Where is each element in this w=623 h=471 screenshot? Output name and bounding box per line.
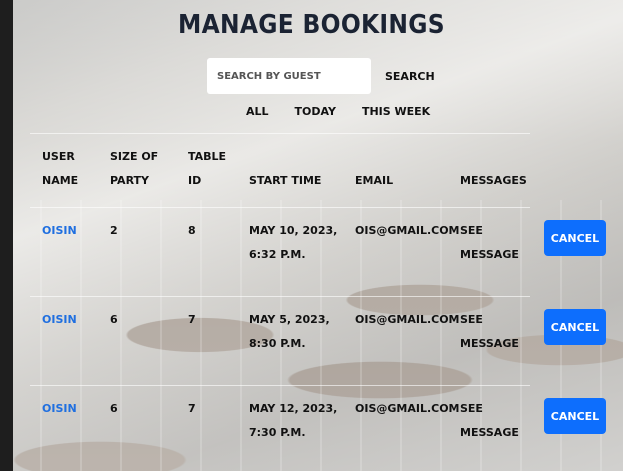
table-id: 8 bbox=[188, 224, 196, 237]
page-title: MANAGE BOOKINGS bbox=[178, 10, 445, 40]
start-time: MAY 5, 2023, 8:30 P.M. bbox=[249, 313, 330, 350]
see-message-link[interactable]: SEE MESSAGE bbox=[460, 397, 519, 445]
divider bbox=[30, 207, 530, 208]
party-size: 6 bbox=[110, 313, 118, 326]
filter-all[interactable]: ALL bbox=[246, 105, 269, 118]
party-size: 6 bbox=[110, 402, 118, 415]
table-id: 7 bbox=[188, 313, 196, 326]
start-time: MAY 10, 2023, 6:32 P.M. bbox=[249, 224, 338, 261]
search-bar: SEARCH bbox=[207, 58, 435, 94]
see-message-link[interactable]: SEE MESSAGE bbox=[460, 308, 519, 356]
cancel-button[interactable]: CANCEL bbox=[544, 220, 606, 256]
date-filters: ALL TODAY THIS WEEK bbox=[246, 105, 430, 118]
email: OIS@GMAIL.COM bbox=[355, 402, 460, 415]
header-party-size: SIZE OF PARTY bbox=[110, 150, 159, 187]
party-size: 2 bbox=[110, 224, 118, 237]
search-button[interactable]: SEARCH bbox=[385, 70, 435, 83]
divider bbox=[30, 133, 530, 134]
user-name-link[interactable]: OISIN bbox=[42, 308, 77, 332]
header-user-name: USER NAME bbox=[42, 150, 79, 187]
header-start-time: START TIME bbox=[249, 174, 322, 187]
search-input[interactable] bbox=[207, 58, 371, 94]
email: OIS@GMAIL.COM bbox=[355, 313, 460, 326]
filter-today[interactable]: TODAY bbox=[295, 105, 336, 118]
divider bbox=[30, 296, 530, 297]
see-message-link[interactable]: SEE MESSAGE bbox=[460, 219, 519, 267]
manage-bookings-page: MANAGE BOOKINGS SEARCH ALL TODAY THIS WE… bbox=[0, 0, 623, 471]
cancel-button[interactable]: CANCEL bbox=[544, 398, 606, 434]
filter-this-week[interactable]: THIS WEEK bbox=[362, 105, 430, 118]
start-time: MAY 12, 2023, 7:30 P.M. bbox=[249, 402, 338, 439]
user-name-link[interactable]: OISIN bbox=[42, 219, 77, 243]
cancel-button[interactable]: CANCEL bbox=[544, 309, 606, 345]
header-email: EMAIL bbox=[355, 174, 394, 187]
divider bbox=[30, 385, 530, 386]
header-table-id: TABLE ID bbox=[188, 150, 227, 187]
table-id: 7 bbox=[188, 402, 196, 415]
email: OIS@GMAIL.COM bbox=[355, 224, 460, 237]
user-name-link[interactable]: OISIN bbox=[42, 397, 77, 421]
header-messages: MESSAGES bbox=[460, 174, 527, 187]
